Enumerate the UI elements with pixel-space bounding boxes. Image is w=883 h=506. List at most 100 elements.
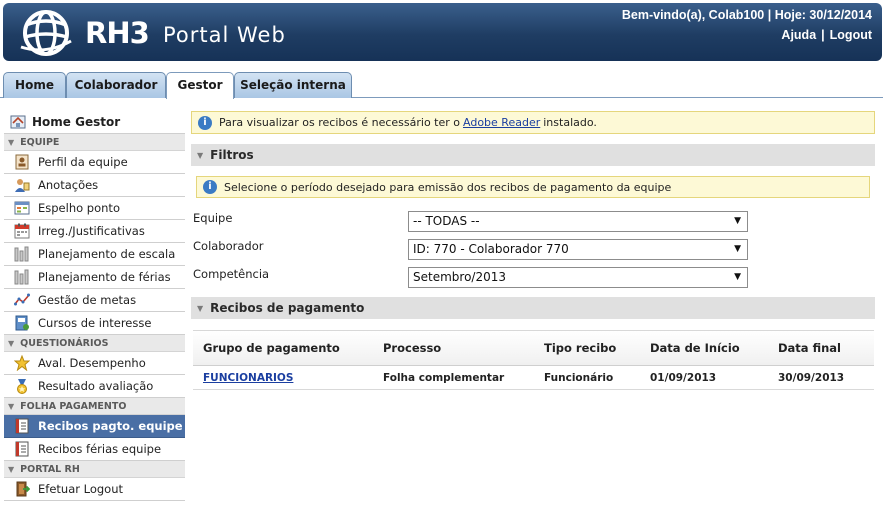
sidebar-item-label: Planejamento de férias xyxy=(38,270,171,284)
collapse-triangle-icon: ▼ xyxy=(8,401,15,411)
period-notice: i Selecione o período desejado para emis… xyxy=(196,176,870,198)
processo-cell: Folha complementar xyxy=(383,371,505,384)
data-final-cell: 30/09/2013 xyxy=(778,371,845,384)
filters-panel-header[interactable]: ▼ Filtros xyxy=(191,144,875,166)
collapse-triangle-icon: ▼ xyxy=(197,150,204,160)
sidebar-item-planejamento-escala[interactable]: Planejamento de escala xyxy=(4,243,185,266)
logo-text: Portal Web xyxy=(163,23,286,47)
sidebar-item-label: Efetuar Logout xyxy=(38,482,123,496)
bar-chart-icon xyxy=(14,246,29,262)
help-link[interactable]: Ajuda xyxy=(781,28,816,42)
sidebar-item-label: Irreg./Justificativas xyxy=(38,224,145,238)
sidebar-home-gestor[interactable]: Home Gestor xyxy=(4,110,185,134)
bar-chart-icon xyxy=(14,269,29,285)
equipe-select[interactable]: -- TODAS -- ▼ xyxy=(408,211,748,232)
sidebar-item-espelho-ponto[interactable]: Espelho ponto xyxy=(4,197,185,220)
col-tipo-recibo: Tipo recibo xyxy=(544,341,617,355)
adobe-reader-notice: i Para visualizar os recibos é necessári… xyxy=(191,111,875,134)
receipt-icon xyxy=(15,441,29,457)
globe-logo-icon xyxy=(20,10,72,56)
collapse-triangle-icon: ▼ xyxy=(8,137,15,147)
table-header: Grupo de pagamento Processo Tipo recibo … xyxy=(193,330,874,366)
grupo-pagamento-link[interactable]: FUNCIONARIOS xyxy=(203,366,293,389)
sidebar-item-label: Anotações xyxy=(38,178,99,192)
sidebar-section-equipe: ▼ EQUIPE xyxy=(4,134,185,151)
section-title: QUESTIONÁRIOS xyxy=(20,337,109,349)
col-processo: Processo xyxy=(383,341,442,355)
main-tabs: Home Colaborador Gestor Seleção interna xyxy=(0,72,883,99)
sidebar-item-label: Aval. Desempenho xyxy=(38,356,146,370)
info-icon: i xyxy=(203,180,217,194)
collapse-triangle-icon: ▼ xyxy=(8,338,15,348)
sidebar-section-folha-pagamento: ▼ FOLHA PAGAMENTO xyxy=(4,398,185,415)
receipts-title: Recibos de pagamento xyxy=(210,301,365,315)
trend-line-icon xyxy=(14,293,30,306)
sidebar-item-perfil-equipe[interactable]: Perfil da equipe xyxy=(4,151,185,174)
sidebar-item-irregularidades[interactable]: Irreg./Justificativas xyxy=(4,220,185,243)
colaborador-select[interactable]: ID: 770 - Colaborador 770 ▼ xyxy=(408,239,748,260)
sidebar: Home Gestor ▼ EQUIPE Perfil da equipe Ano… xyxy=(4,110,185,501)
sidebar-item-cursos-interesse[interactable]: Cursos de interesse xyxy=(4,312,185,335)
sidebar-item-label: Planejamento de escala xyxy=(38,247,176,261)
sidebar-item-recibos-pagto-equipe[interactable]: Recibos pagto. equipe xyxy=(4,415,185,438)
timesheet-icon xyxy=(14,201,30,215)
filters-title: Filtros xyxy=(210,148,254,162)
notice-text: Para visualizar os recibos é necessário … xyxy=(219,116,461,129)
sidebar-section-questionarios: ▼ QUESTIONÁRIOS xyxy=(4,335,185,352)
competencia-select-value: Setembro/2013 xyxy=(413,270,506,284)
sidebar-item-aval-desempenho[interactable]: Aval. Desempenho xyxy=(4,352,185,375)
sidebar-item-anotacoes[interactable]: Anotações xyxy=(4,174,185,197)
sidebar-item-label: Gestão de metas xyxy=(38,293,137,307)
star-icon xyxy=(14,355,30,371)
adobe-reader-link[interactable]: Adobe Reader xyxy=(463,116,540,129)
course-book-icon xyxy=(15,315,29,331)
exit-door-icon xyxy=(16,481,30,497)
notice-text-after: instalado. xyxy=(543,116,597,129)
sidebar-item-resultado-avaliacao[interactable]: Resultado avaliação xyxy=(4,375,185,398)
sidebar-item-label: Perfil da equipe xyxy=(38,155,128,169)
receipt-icon xyxy=(15,418,29,434)
receipts-panel-header[interactable]: ▼ Recibos de pagamento xyxy=(191,297,875,319)
calendar-icon xyxy=(14,223,30,239)
tab-home[interactable]: Home xyxy=(3,72,66,98)
receipts-table: Grupo de pagamento Processo Tipo recibo … xyxy=(193,330,874,390)
app-header: RH3 Portal Web Bem-vindo(a), Colab100 | … xyxy=(3,3,882,61)
dropdown-arrow-icon: ▼ xyxy=(734,216,741,226)
col-data-inicio: Data de Início xyxy=(650,341,740,355)
sidebar-item-efetuar-logout[interactable]: Efetuar Logout xyxy=(4,478,185,501)
collapse-triangle-icon: ▼ xyxy=(197,303,204,313)
logo-mark: RH3 xyxy=(85,16,150,50)
col-grupo-pagamento: Grupo de pagamento xyxy=(203,341,340,355)
section-title: FOLHA PAGAMENTO xyxy=(20,400,127,412)
sidebar-item-label: Espelho ponto xyxy=(38,201,120,215)
logout-link[interactable]: Logout xyxy=(830,28,872,42)
welcome-text: Bem-vindo(a), Colab100 | Hoje: 30/12/201… xyxy=(621,8,872,22)
sidebar-item-planejamento-ferias[interactable]: Planejamento de férias xyxy=(4,266,185,289)
tab-colaborador[interactable]: Colaborador xyxy=(66,72,166,98)
info-icon: i xyxy=(198,115,212,130)
medal-icon xyxy=(17,379,27,394)
section-title: EQUIPE xyxy=(20,136,60,148)
equipe-label: Equipe xyxy=(193,211,233,225)
tipo-recibo-cell: Funcionário xyxy=(544,371,614,384)
competencia-select[interactable]: Setembro/2013 ▼ xyxy=(408,267,748,288)
data-inicio-cell: 01/09/2013 xyxy=(650,371,717,384)
sidebar-item-gestao-metas[interactable]: Gestão de metas xyxy=(4,289,185,312)
colaborador-select-value: ID: 770 - Colaborador 770 xyxy=(413,242,569,256)
equipe-select-value: -- TODAS -- xyxy=(413,214,480,228)
tab-selecao-interna[interactable]: Seleção interna xyxy=(234,72,352,98)
competencia-label: Competência xyxy=(193,267,270,281)
table-row: FUNCIONARIOS Folha complementar Funcioná… xyxy=(193,366,874,390)
sidebar-home-label: Home Gestor xyxy=(32,114,121,129)
person-note-icon xyxy=(15,179,30,192)
sidebar-item-label: Resultado avaliação xyxy=(38,379,154,393)
tab-gestor[interactable]: Gestor xyxy=(166,72,234,99)
app-root: RH3 Portal Web Bem-vindo(a), Colab100 | … xyxy=(0,0,883,506)
collapse-triangle-icon: ▼ xyxy=(8,464,15,474)
header-links: Ajuda | Logout xyxy=(781,28,872,42)
sidebar-item-recibos-ferias-equipe[interactable]: Recibos férias equipe xyxy=(4,438,185,461)
dropdown-arrow-icon: ▼ xyxy=(734,272,741,282)
header-separator: | xyxy=(821,28,825,42)
period-notice-text: Selecione o período desejado para emissã… xyxy=(224,180,672,194)
profile-card-icon xyxy=(15,154,29,170)
